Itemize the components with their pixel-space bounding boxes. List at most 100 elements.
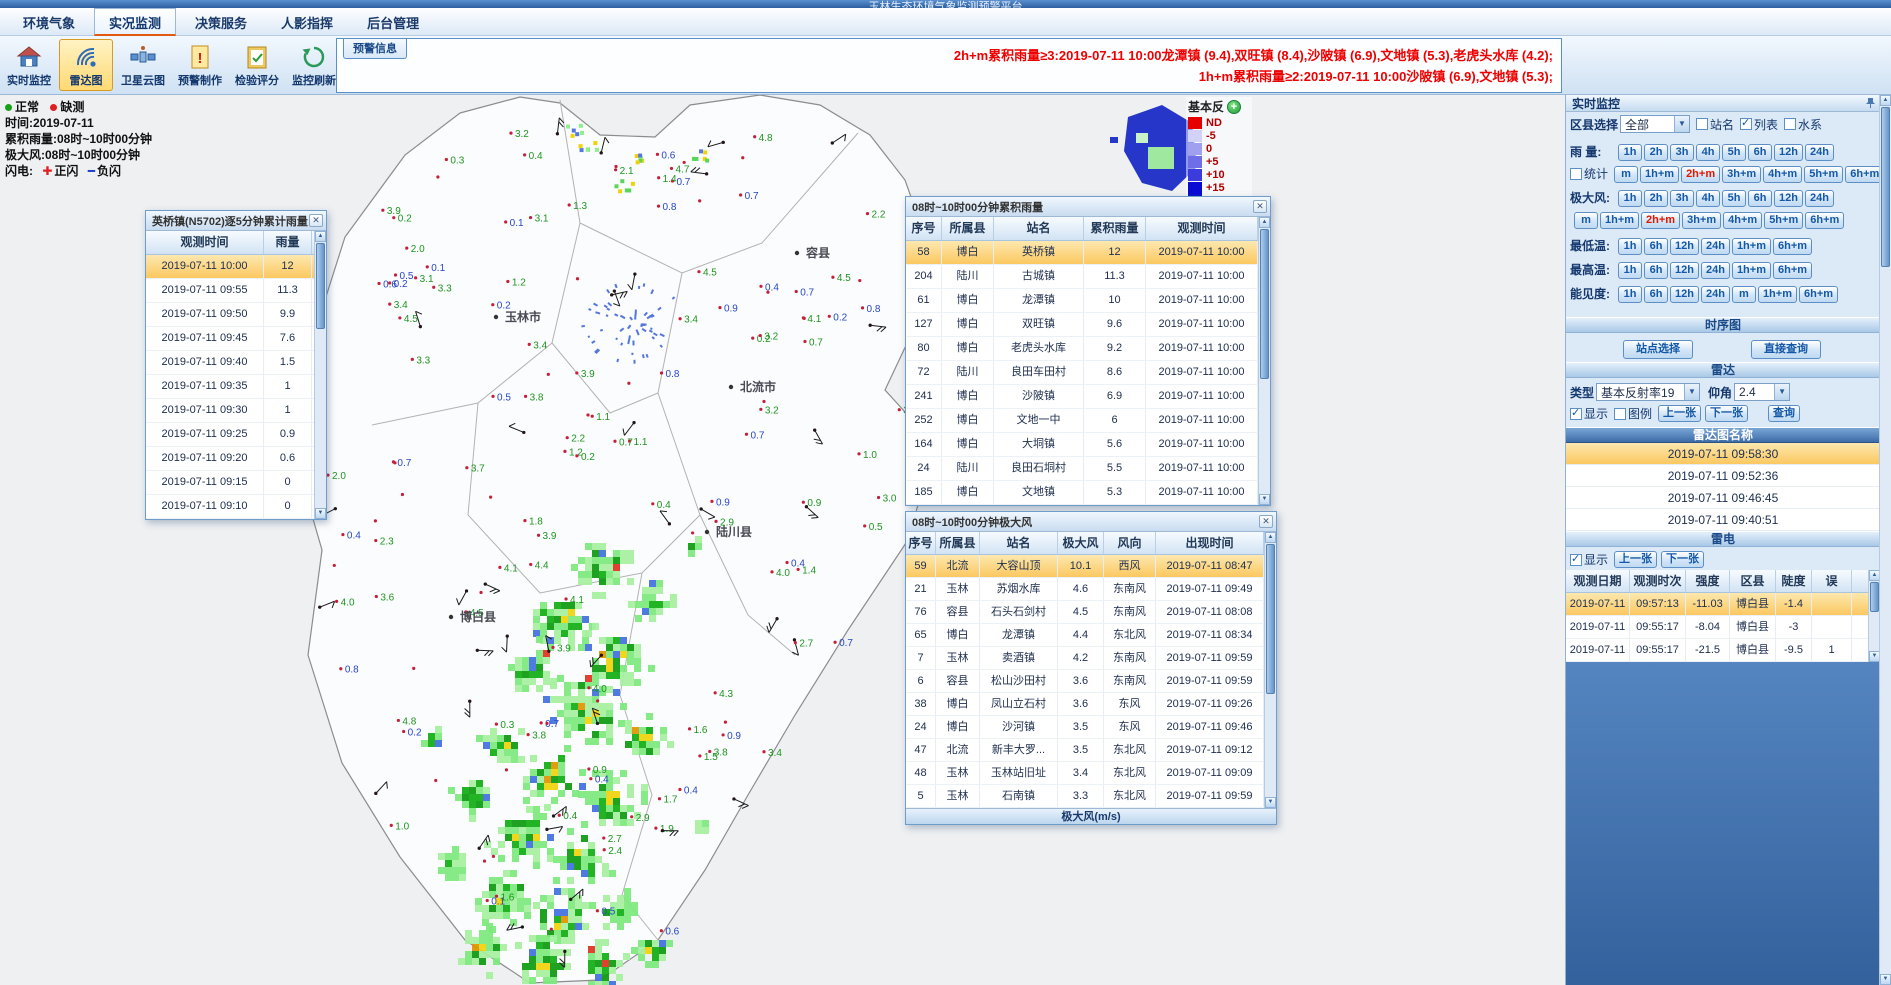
scroll-down-icon[interactable]: ▼ <box>1880 974 1891 985</box>
table-row[interactable]: 204陆川古城镇11.32019-07-11 10:00 <box>906 265 1258 289</box>
radar-image-item[interactable]: 2019-07-11 09:40:51 <box>1566 509 1880 531</box>
wind-5h-button[interactable]: 5h <box>1722 190 1746 207</box>
table-row[interactable]: 24博白沙河镇3.5东风2019-07-11 09:46 <box>906 716 1264 739</box>
radar-show-checkbox[interactable] <box>1570 408 1582 420</box>
table-row[interactable]: 241博白沙陂镇6.92019-07-11 10:00 <box>906 385 1258 409</box>
menu-tab-decision-service[interactable]: 决策服务 <box>180 8 262 36</box>
rain-stat-4h-m-button[interactable]: 4h+m <box>1763 166 1802 183</box>
wind-1h-button[interactable]: 1h <box>1618 190 1642 207</box>
wind-2h-button[interactable]: 2h <box>1644 190 1668 207</box>
tmin-1h-button[interactable]: 1h <box>1618 238 1642 255</box>
rain-stat-2h-m-button[interactable]: 2h+m <box>1681 166 1720 183</box>
table-row[interactable]: 76容县石头石剑村4.5东南风2019-07-11 08:08 <box>906 601 1264 624</box>
scroll-up-icon[interactable]: ▲ <box>1259 217 1270 228</box>
rain-24h-button[interactable]: 24h <box>1805 144 1834 161</box>
table-row[interactable]: 61博白龙潭镇102019-07-11 10:00 <box>906 289 1258 313</box>
tmin-12h-button[interactable]: 12h <box>1670 238 1699 255</box>
wind-6h-button[interactable]: 6h <box>1748 190 1772 207</box>
menu-tab-realtime-obs[interactable]: 实况监测 <box>94 8 176 36</box>
table-row[interactable]: 47北流新丰大罗...3.5东北风2019-07-11 09:12 <box>906 739 1264 762</box>
table-row[interactable]: 2019-07-11 09:401.5 <box>146 351 314 375</box>
tmin-6h-button[interactable]: 6h <box>1644 238 1668 255</box>
rain-6h-button[interactable]: 6h <box>1748 144 1772 161</box>
tmax-1h-m-button[interactable]: 1h+m <box>1732 262 1771 279</box>
rain-stat-1h-m-button[interactable]: 1h+m <box>1640 166 1679 183</box>
wind-stat-2h-m-button[interactable]: 2h+m <box>1641 212 1680 229</box>
wind-stat-6h-m-button[interactable]: 6h+m <box>1805 212 1844 229</box>
rain-2h-button[interactable]: 2h <box>1644 144 1668 161</box>
table-row[interactable]: 2019-07-1109:55:17-8.04博白县-3 <box>1566 616 1868 639</box>
table-row[interactable]: 2019-07-11 09:250.9 <box>146 423 314 447</box>
table-row[interactable]: 2019-07-11 10:0012 <box>146 255 314 279</box>
scroll-thumb[interactable] <box>1266 544 1275 694</box>
wind-stat-3h-m-button[interactable]: 3h+m <box>1682 212 1721 229</box>
table-row[interactable]: 2019-07-11 09:150 <box>146 471 314 495</box>
tmax-6h-button[interactable]: 6h <box>1644 262 1668 279</box>
toolbar-warning-make-button[interactable]: !预警制作 <box>173 39 227 91</box>
close-icon[interactable]: ✕ <box>1259 515 1273 528</box>
scroll-thumb[interactable] <box>316 243 325 329</box>
table-row[interactable]: 58博白英桥镇122019-07-11 10:00 <box>906 241 1258 265</box>
visibility-1h-button[interactable]: 1h <box>1618 286 1642 303</box>
radar-legend-checkbox[interactable] <box>1614 408 1626 420</box>
window-title-bar[interactable]: 08时~10时00分钟累积雨量 ✕ <box>906 197 1270 217</box>
tmax-6h-m-button[interactable]: 6h+m <box>1773 262 1812 279</box>
table-row[interactable]: 59北流大容山顶10.1西风2019-07-11 08:47 <box>906 555 1264 578</box>
rain-1h-button[interactable]: 1h <box>1618 144 1642 161</box>
extreme-wind-window[interactable]: 08时~10时00分钟极大风 ✕ 序号所属县站名极大风风向出现时间59北流大容山… <box>905 511 1277 825</box>
table-row[interactable]: 185博白文地镇5.32019-07-11 10:00 <box>906 481 1258 505</box>
wind-24h-button[interactable]: 24h <box>1805 190 1834 207</box>
scroll-up-icon[interactable]: ▲ <box>1265 532 1276 543</box>
wind-stat-5h-m-button[interactable]: 5h+m <box>1764 212 1803 229</box>
direct-query-button[interactable]: 直接查询 <box>1751 340 1821 359</box>
tmin-24h-button[interactable]: 24h <box>1701 238 1730 255</box>
wind-stat-1h-m-button[interactable]: 1h+m <box>1600 212 1639 229</box>
toolbar-realtime-monitor-button[interactable]: 实时监控 <box>2 39 56 91</box>
table-row[interactable]: 164博白大垌镇5.62019-07-11 10:00 <box>906 433 1258 457</box>
table-row[interactable]: 72陆川良田车田村8.62019-07-11 10:00 <box>906 361 1258 385</box>
table-row[interactable]: 2019-07-1109:55:17-21.5博白县-9.51 <box>1566 639 1868 662</box>
radar-type-select[interactable]: 基本反射率19 ▼ <box>1596 383 1700 401</box>
radar-section-header[interactable]: 雷达 <box>1566 362 1880 378</box>
table-row[interactable]: 80博白老虎头水库9.22019-07-11 10:00 <box>906 337 1258 361</box>
radar-image-item[interactable]: 2019-07-11 09:46:45 <box>1566 487 1880 509</box>
rain-stat-3h-m-button[interactable]: 3h+m <box>1722 166 1761 183</box>
table-row[interactable]: 24陆川良田石垌村5.52019-07-11 10:00 <box>906 457 1258 481</box>
window-title-bar[interactable]: 英桥镇(N5702)逐5分钟累计雨量 ✕ <box>146 211 326 231</box>
rain-stat-5h-m-button[interactable]: 5h+m <box>1804 166 1843 183</box>
radar-image-item[interactable]: 2019-07-11 09:52:36 <box>1566 465 1880 487</box>
district-select[interactable]: 全部 ▼ <box>1620 115 1690 133</box>
district-checkbox-1[interactable] <box>1740 118 1752 130</box>
close-icon[interactable]: ✕ <box>1253 200 1267 213</box>
table-row[interactable]: 252博白文地一中62019-07-11 10:00 <box>906 409 1258 433</box>
table-row[interactable]: 2019-07-11 09:100 <box>146 495 314 519</box>
table-row[interactable]: 6容县松山沙田村3.6东南风2019-07-11 09:59 <box>906 670 1264 693</box>
scrollbar[interactable]: ▲ ▼ <box>314 231 326 519</box>
table-row[interactable]: 21玉林苏烟水库4.6东南风2019-07-11 09:49 <box>906 578 1264 601</box>
visibility-6h-m-button[interactable]: 6h+m <box>1799 286 1838 303</box>
menu-tab-weather-mod[interactable]: 人影指挥 <box>266 8 348 36</box>
timeseries-section-header[interactable]: 时序图 <box>1566 317 1880 333</box>
lightning-next-button[interactable]: 下一张 <box>1661 551 1704 568</box>
wind-3h-button[interactable]: 3h <box>1670 190 1694 207</box>
scroll-down-icon[interactable]: ▼ <box>315 508 326 519</box>
table-row[interactable]: 5玉林石南镇3.3东北风2019-07-11 09:59 <box>906 785 1264 808</box>
lightning-prev-button[interactable]: 上一张 <box>1614 551 1657 568</box>
rain-12h-button[interactable]: 12h <box>1774 144 1803 161</box>
table-row[interactable]: 7玉林卖酒镇4.2东南风2019-07-11 09:59 <box>906 647 1264 670</box>
visibility-m-button[interactable]: m <box>1732 286 1756 303</box>
scroll-thumb[interactable] <box>1870 582 1879 612</box>
wind-stat-m-button[interactable]: m <box>1574 212 1598 229</box>
scrollbar[interactable]: ▲ ▼ <box>1264 532 1276 808</box>
table-row[interactable]: 65博白龙潭镇4.4东北风2019-07-11 08:34 <box>906 624 1264 647</box>
scrollbar[interactable]: ▲ ▼ <box>1258 217 1270 505</box>
window-title-bar[interactable]: 08时~10时00分钟极大风 ✕ <box>906 512 1276 532</box>
toolbar-monitor-refresh-button[interactable]: 监控刷新 <box>287 39 341 91</box>
table-row[interactable]: 38博白凤山立石村3.6东风2019-07-11 09:26 <box>906 693 1264 716</box>
menu-tab-admin[interactable]: 后台管理 <box>352 8 434 36</box>
scroll-up-icon[interactable]: ▲ <box>1880 95 1891 106</box>
radar-next-button[interactable]: 下一张 <box>1705 405 1748 422</box>
rain-stat-6h-m-button[interactable]: 6h+m <box>1845 166 1880 183</box>
table-row[interactable]: 2019-07-11 09:5511.3 <box>146 279 314 303</box>
add-layer-button[interactable]: + <box>1227 100 1241 114</box>
